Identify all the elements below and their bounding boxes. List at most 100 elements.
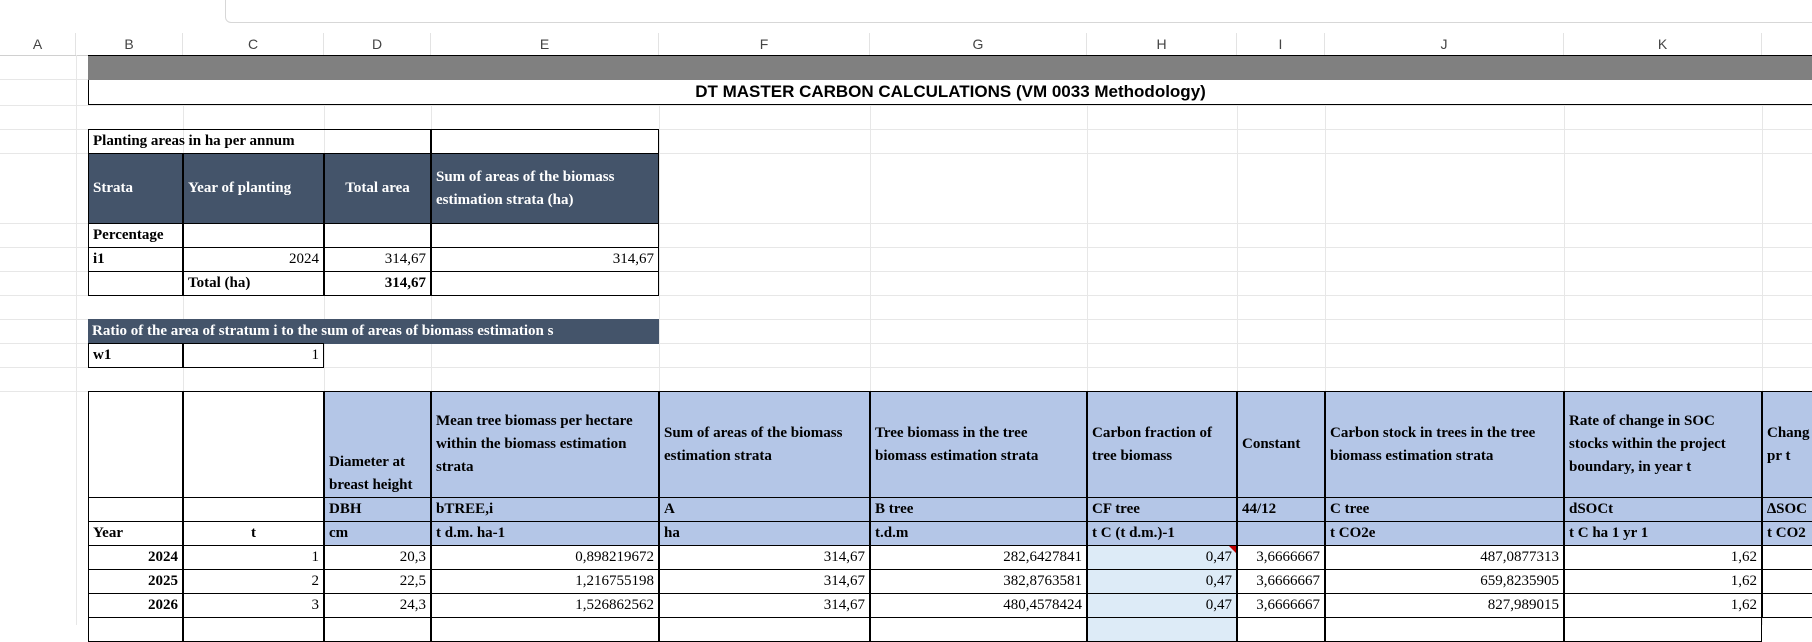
unit-a[interactable]: ha <box>659 521 870 546</box>
sum-of-areas-cell[interactable]: 314,67 <box>431 247 659 272</box>
row-partial[interactable] <box>870 617 1087 642</box>
main-empty-header-c[interactable] <box>183 391 324 498</box>
symbol-a[interactable]: A <box>659 497 870 522</box>
column-header-f[interactable]: F <box>659 33 870 55</box>
column-header-k[interactable]: K <box>1564 33 1762 55</box>
row-dbh[interactable]: 22,5 <box>324 569 431 594</box>
row-b-tree[interactable]: 282,6427841 <box>870 545 1087 570</box>
unit-btree[interactable]: t d.m. ha-1 <box>431 521 659 546</box>
year-of-planting-cell[interactable]: 2024 <box>183 247 324 272</box>
percentage-label: Percentage <box>88 223 183 248</box>
symbol-dbh[interactable]: DBH <box>324 497 431 522</box>
unit-cf-tree[interactable]: t C (t d.m.)-1 <box>1087 521 1237 546</box>
row-t[interactable]: 1 <box>183 545 324 570</box>
gridline <box>76 55 77 625</box>
column-header-i[interactable]: I <box>1237 33 1325 55</box>
row-b-tree[interactable]: 480,4578424 <box>870 593 1087 618</box>
percentage-sum-cell[interactable] <box>431 223 659 248</box>
row-cf-tree[interactable]: 0,47 <box>1087 593 1237 618</box>
unit-dbh[interactable]: cm <box>324 521 431 546</box>
percentage-year-cell[interactable] <box>183 223 324 248</box>
row-dbh[interactable]: 24,3 <box>324 593 431 618</box>
row-dbh[interactable]: 20,3 <box>324 545 431 570</box>
row-a[interactable]: 314,67 <box>659 545 870 570</box>
row-partial[interactable] <box>659 617 870 642</box>
unit-constant[interactable] <box>1237 521 1325 546</box>
row-cf-tree[interactable]: 0,47 <box>1087 545 1237 570</box>
row-c-tree[interactable]: 659,8235905 <box>1325 569 1564 594</box>
row-a[interactable]: 314,67 <box>659 593 870 618</box>
row-delta-soc[interactable] <box>1762 545 1812 570</box>
row-constant[interactable]: 3,6666667 <box>1237 593 1325 618</box>
symbol-empty-c[interactable] <box>183 497 324 522</box>
column-header-b[interactable]: B <box>76 33 183 55</box>
symbol-btree[interactable]: bTREE,i <box>431 497 659 522</box>
percentage-total-cell[interactable] <box>324 223 431 248</box>
row-c-tree[interactable]: 827,989015 <box>1325 593 1564 618</box>
unit-b-tree[interactable]: t.d.m <box>870 521 1087 546</box>
header-sum-of-areas-main: Sum of areas of the biomass estimation s… <box>659 391 870 498</box>
row-cf-tree[interactable]: 0,47 <box>1087 569 1237 594</box>
total-sum-empty-cell[interactable] <box>431 271 659 296</box>
row-dsoc[interactable]: 1,62 <box>1564 569 1762 594</box>
symbol-b-tree[interactable]: B tree <box>870 497 1087 522</box>
column-header-l[interactable] <box>1762 33 1812 55</box>
strata-cell[interactable]: i1 <box>88 247 183 272</box>
total-area-cell[interactable]: 314,67 <box>324 247 431 272</box>
column-header-h[interactable]: H <box>1087 33 1237 55</box>
total-label: Total (ha) <box>183 271 324 296</box>
header-mean-tree-biomass: Mean tree biomass per hectare within the… <box>431 391 659 498</box>
row-partial[interactable] <box>1325 617 1564 642</box>
row-dsoc[interactable]: 1,62 <box>1564 545 1762 570</box>
header-carbon-stock: Carbon stock in trees in the tree biomas… <box>1325 391 1564 498</box>
symbol-dsoc[interactable]: dSOCt <box>1564 497 1762 522</box>
row-b-tree[interactable]: 382,8763581 <box>870 569 1087 594</box>
row-constant[interactable]: 3,6666667 <box>1237 545 1325 570</box>
row-t[interactable]: 2 <box>183 569 324 594</box>
row-partial[interactable] <box>183 617 324 642</box>
row-constant[interactable]: 3,6666667 <box>1237 569 1325 594</box>
row-delta-soc[interactable] <box>1762 593 1812 618</box>
total-value[interactable]: 314,67 <box>324 271 431 296</box>
column-header-d[interactable]: D <box>324 33 431 55</box>
row-dsoc[interactable]: 1,62 <box>1564 593 1762 618</box>
column-header-a[interactable]: A <box>0 33 76 55</box>
symbol-constant[interactable]: 44/12 <box>1237 497 1325 522</box>
row-delta-soc[interactable] <box>1762 569 1812 594</box>
planting-heading-empty[interactable] <box>431 129 659 154</box>
symbol-cf-tree[interactable]: CF tree <box>1087 497 1237 522</box>
row-t[interactable]: 3 <box>183 593 324 618</box>
row-btree[interactable]: 1,526862562 <box>431 593 659 618</box>
symbol-empty-b[interactable] <box>88 497 183 522</box>
symbol-delta-soc[interactable]: ∆SOC <box>1762 497 1812 522</box>
unit-c-tree[interactable]: t CO2e <box>1325 521 1564 546</box>
row-partial[interactable] <box>88 617 183 642</box>
row-year[interactable]: 2026 <box>88 593 183 618</box>
header-change-soc: Chang the pr t <box>1762 391 1812 498</box>
row-partial[interactable] <box>1237 617 1325 642</box>
row-c-tree[interactable]: 487,0877313 <box>1325 545 1564 570</box>
t-label: t <box>183 521 324 546</box>
row-partial[interactable] <box>1087 617 1237 642</box>
row-year[interactable]: 2024 <box>88 545 183 570</box>
symbol-c-tree[interactable]: C tree <box>1325 497 1564 522</box>
row-partial[interactable] <box>324 617 431 642</box>
row-btree[interactable]: 0,898219672 <box>431 545 659 570</box>
main-empty-header-b[interactable] <box>88 391 183 498</box>
total-empty-cell[interactable] <box>88 271 183 296</box>
row-partial[interactable] <box>431 617 659 642</box>
comment-indicator-icon[interactable] <box>1229 546 1236 553</box>
unit-dsoc[interactable]: t C ha 1 yr 1 <box>1564 521 1762 546</box>
row-btree[interactable]: 1,216755198 <box>431 569 659 594</box>
header-total-area: Total area <box>324 153 431 224</box>
column-header-j[interactable]: J <box>1325 33 1564 55</box>
row-partial[interactable] <box>1564 617 1762 642</box>
row-year[interactable]: 2025 <box>88 569 183 594</box>
unit-delta-soc[interactable]: t CO2 <box>1762 521 1812 546</box>
row-a[interactable]: 314,67 <box>659 569 870 594</box>
column-header-g[interactable]: G <box>870 33 1087 55</box>
column-header-c[interactable]: C <box>183 33 324 55</box>
formula-bar[interactable] <box>225 0 1812 23</box>
ratio-value[interactable]: 1 <box>183 343 324 368</box>
column-header-e[interactable]: E <box>431 33 659 55</box>
